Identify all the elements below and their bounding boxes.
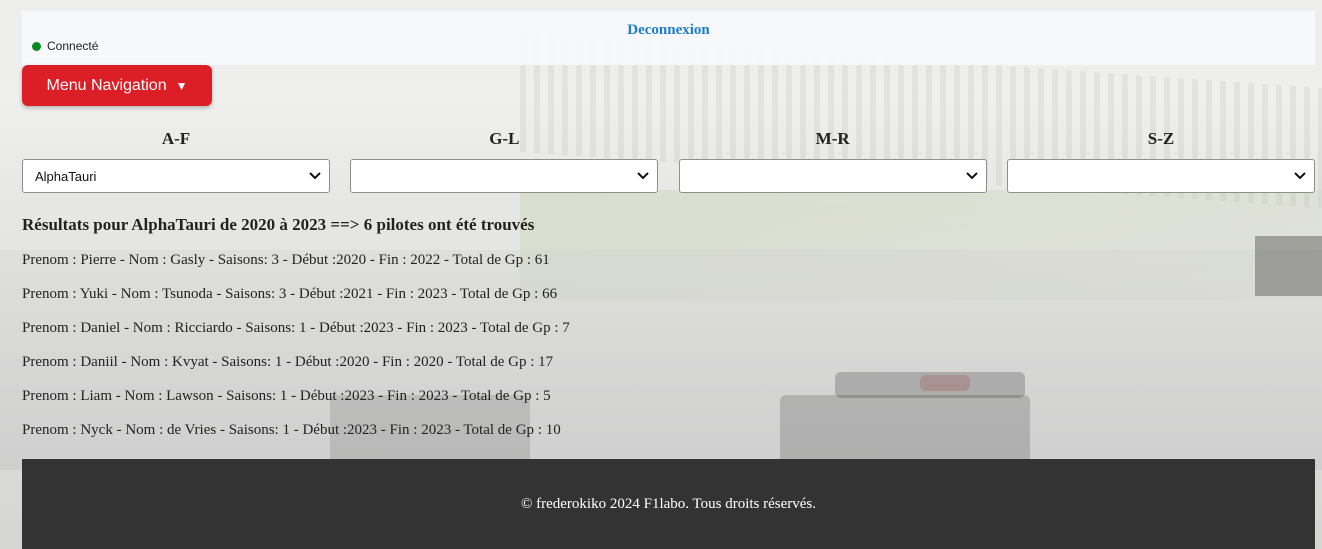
team-select-a-f[interactable]: AlphaTauri [22,159,330,193]
pilot-row: Prenom : Daniil - Nom : Kvyat - Saisons:… [22,354,554,370]
chevron-down-icon [637,170,650,182]
caret-down-icon: ▼ [175,78,188,93]
status-text: Connecté [47,39,99,53]
team-filter-groups: A-F AlphaTauri G-L M-R S-Z [22,127,1315,193]
pilot-row: Prenom : Liam - Nom : Lawson - Saisons: … [22,388,551,404]
pilot-row: Prenom : Pierre - Nom : Gasly - Saisons:… [22,252,550,268]
connection-status: Connecté [32,39,98,53]
pilot-row: Prenom : Daniel - Nom : Ricciardo - Sais… [22,320,570,336]
filter-group-label: M-R [815,129,850,148]
team-select-g-l[interactable] [350,159,659,193]
status-dot-icon [32,41,41,51]
pilot-row: Prenom : Yuki - Nom : Tsunoda - Saisons:… [22,286,558,302]
team-select-s-z[interactable] [1006,159,1315,193]
menu-navigation-button[interactable]: Menu Navigation ▼ [22,65,212,106]
filter-group-label: A-F [161,129,191,148]
menu-navigation-label: Menu Navigation [46,76,167,94]
logout-link[interactable]: Deconnexion [22,22,1315,39]
filter-group-a-f: A-F AlphaTauri [22,127,330,193]
filter-group-g-l: G-L [350,127,659,193]
chevron-down-icon [965,170,978,182]
top-bar: Deconnexion Connecté [22,11,1315,65]
team-select-m-r[interactable] [678,159,987,193]
results-title: Résultats pour AlphaTauri de 2020 à 2023… [22,215,535,234]
footer-copyright: © frederokiko 2024 F1labo. Tous droits r… [520,495,817,512]
filter-group-label: S-Z [1147,129,1175,148]
chevron-down-icon [1294,170,1306,182]
results-section: Résultats pour AlphaTauri de 2020 à 2023… [22,214,1302,454]
chevron-down-icon [309,170,321,182]
pilot-row: Prenom : Nyck - Nom : de Vries - Saisons… [22,422,561,438]
filter-group-m-r: M-R [678,127,987,193]
filter-group-s-z: S-Z [1006,127,1315,193]
footer: © frederokiko 2024 F1labo. Tous droits r… [22,459,1315,549]
team-select-value: AlphaTauri [35,168,97,184]
filter-group-label: G-L [489,129,520,148]
